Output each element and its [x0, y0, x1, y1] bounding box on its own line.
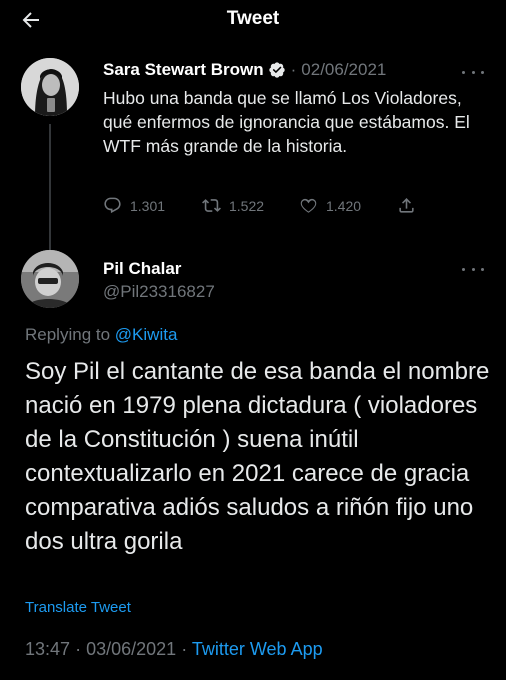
main-tweet: Pil Chalar @Pil23316827 Replying to @Kiw… — [0, 245, 506, 680]
more-options-icon[interactable] — [462, 67, 484, 77]
avatar-image — [21, 250, 79, 308]
retweet-count: 1.522 — [229, 197, 265, 214]
separator: · — [75, 639, 82, 659]
like-icon — [300, 198, 317, 213]
avatar[interactable] — [21, 250, 79, 308]
avatar-image — [21, 58, 79, 116]
reply-button[interactable]: 1.301 — [103, 196, 165, 215]
tweet-metadata: 13:47 · 03/06/2021 · Twitter Web App — [25, 639, 323, 660]
top-bar: Tweet — [0, 0, 506, 40]
more-options-icon[interactable] — [462, 264, 484, 274]
source-app-link[interactable]: Twitter Web App — [192, 639, 323, 659]
parent-author-row: Sara Stewart Brown · 02/06/2021 — [103, 60, 386, 80]
translate-tweet-link[interactable]: Translate Tweet — [25, 599, 131, 616]
tweet-actions: 1.301 1.522 1.420 — [103, 196, 433, 216]
retweet-button[interactable]: 1.522 — [202, 196, 264, 215]
replying-to-link[interactable]: @Kiwita — [115, 325, 178, 344]
reply-icon — [104, 197, 121, 214]
share-icon — [399, 198, 414, 213]
author-name[interactable]: Sara Stewart Brown — [103, 60, 264, 80]
author-handle[interactable]: @Pil23316827 — [103, 282, 215, 302]
author-name[interactable]: Pil Chalar — [103, 259, 181, 279]
replying-prefix: Replying to — [25, 325, 111, 344]
tweet-date[interactable]: 02/06/2021 — [301, 60, 386, 80]
tweet-time[interactable]: 13:47 — [25, 639, 70, 659]
like-count: 1.420 — [326, 197, 362, 214]
separator: · — [290, 60, 297, 79]
separator: · — [181, 639, 188, 659]
tweet-text: Soy Pil el cantante de esa banda el nomb… — [25, 358, 490, 555]
verified-badge-icon — [268, 62, 285, 78]
avatar[interactable] — [21, 58, 79, 116]
share-button[interactable] — [397, 196, 424, 215]
page-title: Tweet — [226, 8, 280, 29]
retweet-icon — [202, 199, 221, 212]
like-button[interactable]: 1.420 — [299, 196, 361, 215]
reply-count: 1.301 — [130, 197, 166, 214]
parent-tweet[interactable]: Sara Stewart Brown · 02/06/2021 Hubo una… — [0, 48, 506, 294]
tweet-text: Hubo una banda que se llamó Los Violador… — [103, 88, 470, 156]
tweet-date[interactable]: 03/06/2021 — [86, 639, 176, 659]
replying-to-line: Replying to @Kiwita — [25, 325, 177, 345]
